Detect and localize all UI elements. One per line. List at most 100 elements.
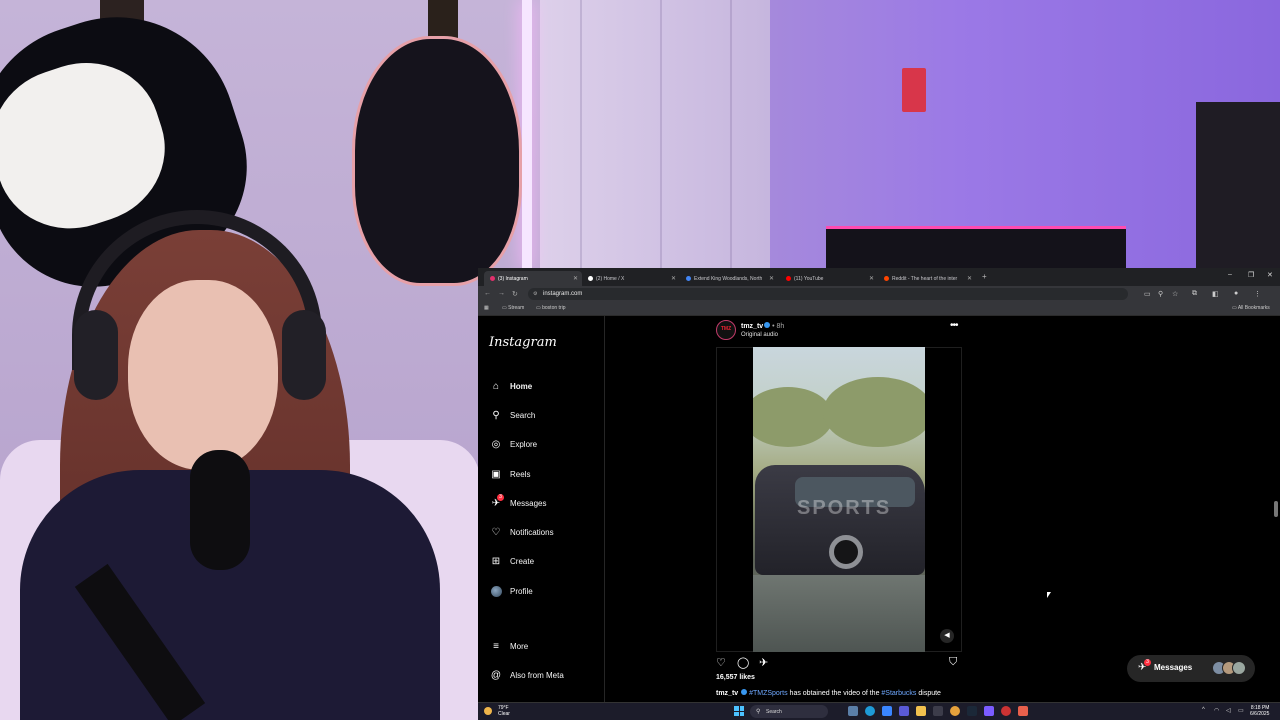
caption-text: has obtained the video of the: [787, 690, 882, 697]
close-window-icon[interactable]: ✕: [1267, 271, 1273, 279]
post-audio[interactable]: Original audio: [741, 332, 778, 338]
post-options-icon[interactable]: •••: [950, 320, 958, 331]
side-panel-icon[interactable]: ◧: [1212, 290, 1219, 298]
steam-icon[interactable]: [967, 706, 977, 716]
share-icon[interactable]: ✈: [759, 656, 768, 669]
forward-icon[interactable]: →: [498, 290, 505, 297]
instagram-logo[interactable]: Instagram: [489, 335, 557, 350]
weather-icon[interactable]: [484, 707, 492, 715]
led-light-strip: [522, 0, 532, 270]
windows-taskbar: 79°F Clear ⚲ Search ^ ◠ ◁ ▭ 8:18 PM 6/6/2…: [478, 702, 1280, 720]
task-view-icon[interactable]: [848, 706, 858, 716]
hamburger-icon: ≡: [493, 640, 499, 652]
nav-more[interactable]: ≡ More: [490, 638, 528, 654]
like-heart-icon[interactable]: ♡: [716, 656, 726, 669]
video-car: [755, 465, 925, 575]
messenger-icon: ✈ 3: [490, 494, 504, 509]
nav-profile[interactable]: Profile: [490, 583, 533, 599]
app-icon[interactable]: [882, 706, 892, 716]
menu-kebab-icon[interactable]: ⋮: [1254, 290, 1261, 298]
post-avatar[interactable]: TMZ: [716, 320, 736, 340]
guitar-right: [352, 36, 522, 286]
post-video[interactable]: SPORTS: [753, 347, 925, 652]
taskbar-search[interactable]: ⚲ Search: [750, 705, 828, 718]
comment-icon[interactable]: ◯: [737, 656, 749, 669]
tray-chevron-icon[interactable]: ^: [1202, 707, 1205, 713]
nav-also-from-meta[interactable]: @ Also from Meta: [490, 667, 564, 683]
cast-icon[interactable]: ▭: [1144, 290, 1151, 298]
close-tab-icon[interactable]: ✕: [671, 275, 676, 282]
close-tab-icon[interactable]: ✕: [573, 275, 578, 282]
nav-search[interactable]: ⚲ Search: [490, 407, 535, 423]
close-tab-icon[interactable]: ✕: [769, 275, 774, 282]
file-explorer-icon[interactable]: [916, 706, 926, 716]
bookmark-stream[interactable]: ▭ Stream: [502, 305, 524, 311]
minimize-icon[interactable]: –: [1228, 271, 1232, 278]
apps-grid-icon[interactable]: ▦: [484, 305, 489, 311]
post-caption: tmz_tv #TMZSports has obtained the video…: [716, 689, 941, 697]
chrome-icon[interactable]: [950, 706, 960, 716]
tab-youtube[interactable]: (11) YouTube ✕: [780, 271, 878, 286]
bookmark-boston-trip[interactable]: ▭ boston trip: [536, 305, 565, 311]
save-bookmark-icon[interactable]: ⛉: [949, 656, 957, 669]
close-tab-icon[interactable]: ✕: [869, 275, 874, 282]
tab-x[interactable]: (2) Home / X ✕: [582, 271, 680, 286]
system-clock[interactable]: 8:18 PM 6/6/2025: [1250, 705, 1269, 717]
browser-window: (3) Instagram ✕ (2) Home / X ✕ Extend King…: [478, 268, 1280, 702]
app-icon[interactable]: [933, 706, 943, 716]
edge-icon[interactable]: [865, 706, 875, 716]
video-watermark: SPORTS: [797, 497, 892, 519]
hashtag-starbucks[interactable]: #Starbucks: [881, 690, 916, 697]
zoom-icon[interactable]: ⚲: [1158, 290, 1163, 298]
extensions-icon[interactable]: ⧉: [1192, 290, 1197, 298]
messages-float-badge: 3: [1144, 659, 1151, 666]
bookmark-star-icon[interactable]: ☆: [1172, 290, 1178, 298]
hashtag-tmzsports[interactable]: #TMZSports: [749, 690, 788, 697]
white-door: [540, 0, 770, 270]
monitor-back: [826, 226, 1126, 270]
nav-reels[interactable]: ▣ Reels: [490, 466, 530, 482]
restore-icon[interactable]: ❐: [1248, 271, 1254, 279]
address-bar-row: ← → ↻ ⚙ instagram.com ▭ ⚲ ☆ ⧉ ◧ ● ⋮: [478, 286, 1280, 302]
likes-count[interactable]: 16,557 likes: [716, 674, 755, 681]
search-icon: ⚲: [756, 709, 761, 715]
tab-bar: (3) Instagram ✕ (2) Home / X ✕ Extend King…: [478, 268, 1280, 286]
post-username[interactable]: tmz_tv • 8h: [741, 322, 784, 330]
studio-speaker: [1196, 102, 1280, 272]
nav-notifications[interactable]: ♡ Notifications: [490, 524, 554, 540]
reload-icon[interactable]: ↻: [512, 290, 518, 298]
new-tab-button[interactable]: +: [982, 272, 987, 281]
page-scrollbar[interactable]: [1274, 501, 1278, 517]
back-icon[interactable]: ←: [484, 290, 491, 297]
avatar-icon: [490, 585, 502, 597]
obs-icon[interactable]: [1001, 706, 1011, 716]
nav-explore[interactable]: ◎ Explore: [490, 436, 538, 452]
profile-avatar-icon[interactable]: ●: [1234, 290, 1238, 297]
tab-reddit[interactable]: Reddit - The heart of the inter ✕: [878, 271, 976, 286]
tab-maps[interactable]: Extend King Woodlands, North ✕: [680, 271, 778, 286]
url-input[interactable]: ⚙ instagram.com: [528, 288, 1128, 300]
battery-icon[interactable]: ▭: [1238, 707, 1244, 714]
volume-tray-icon[interactable]: ◁: [1226, 707, 1231, 714]
tab-instagram[interactable]: (3) Instagram ✕: [484, 271, 582, 286]
volume-icon[interactable]: ◀: [940, 629, 954, 643]
all-bookmarks[interactable]: ▭ All Bookmarks: [1232, 305, 1270, 311]
teams-icon[interactable]: [899, 706, 909, 716]
threads-icon: @: [490, 669, 502, 681]
weather-widget[interactable]: 79°F Clear: [498, 705, 510, 717]
wifi-icon[interactable]: ◠: [1214, 707, 1219, 714]
discord-icon[interactable]: [984, 706, 994, 716]
caption-username[interactable]: tmz_tv: [716, 690, 738, 697]
nav-messages[interactable]: ✈ 3 Messages: [490, 494, 546, 511]
instagram-page: Instagram ⌂ Home ⚲ Search ◎ Explore ▣ Reels …: [478, 316, 1280, 702]
search-icon: ⚲: [492, 409, 500, 421]
chrome-active-icon[interactable]: [1018, 706, 1028, 716]
messages-floating-button[interactable]: ✈ 3 Messages: [1127, 655, 1255, 682]
instagram-sidebar: Instagram ⌂ Home ⚲ Search ◎ Explore ▣ Reels …: [478, 316, 605, 702]
caption-text-end: dispute: [916, 690, 941, 697]
nav-home[interactable]: ⌂ Home: [490, 378, 532, 394]
nav-create[interactable]: ⊞ Create: [490, 553, 534, 569]
start-button-icon[interactable]: [734, 706, 744, 716]
close-tab-icon[interactable]: ✕: [967, 275, 972, 282]
site-info-icon[interactable]: ⚙: [533, 291, 537, 297]
